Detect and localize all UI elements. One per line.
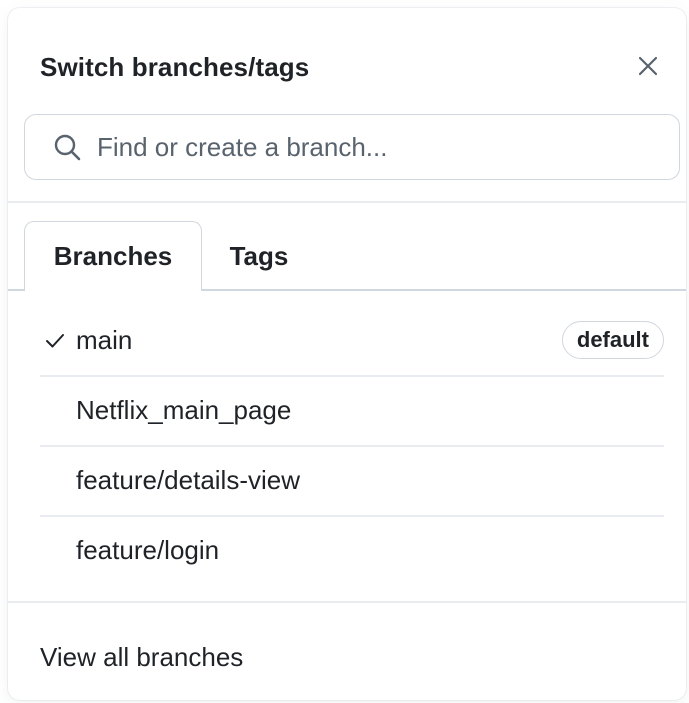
dialog-header: Switch branches/tags <box>8 8 686 112</box>
tab-tags[interactable]: Tags <box>204 221 314 291</box>
close-icon <box>638 56 658 76</box>
tab-tags-label: Tags <box>229 240 289 271</box>
tab-branches-label: Branches <box>53 241 173 271</box>
footer-divider <box>8 601 686 603</box>
branch-name: feature/login <box>76 534 220 565</box>
default-badge: default <box>561 321 664 359</box>
close-button[interactable] <box>630 48 666 84</box>
header-divider <box>8 201 686 203</box>
branch-switcher-dialog: Switch branches/tags Branches Tags main … <box>8 8 686 700</box>
branch-name: feature/details-view <box>76 464 300 495</box>
branch-search-input[interactable] <box>97 131 657 163</box>
branch-name: Netflix_main_page <box>76 394 292 425</box>
search-icon <box>54 134 81 161</box>
branch-search-field[interactable] <box>24 114 680 180</box>
branch-name: main <box>76 324 133 355</box>
branch-item-main[interactable]: main default <box>40 306 664 374</box>
check-icon <box>46 334 64 348</box>
branch-item-netflix-main-page[interactable]: Netflix_main_page <box>40 376 664 444</box>
tab-branches[interactable]: Branches <box>24 221 202 291</box>
dialog-title: Switch branches/tags <box>40 52 310 82</box>
branch-item-feature-login[interactable]: feature/login <box>40 516 664 584</box>
branch-item-feature-details-view[interactable]: feature/details-view <box>40 446 664 514</box>
view-all-branches-link[interactable]: View all branches <box>40 642 243 673</box>
